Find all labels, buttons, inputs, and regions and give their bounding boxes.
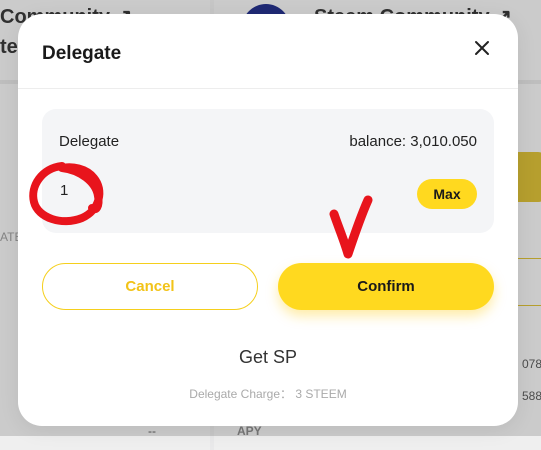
amount-input[interactable] xyxy=(56,177,364,203)
dialog-title: Delegate xyxy=(42,43,122,64)
amount-label: Delegate xyxy=(59,133,120,150)
delegate-dialog: Delegate Delegate balance: 3,010.050 Max… xyxy=(18,14,518,426)
get-sp-link[interactable]: Get SP xyxy=(18,347,518,368)
balance-text: balance: 3,010.050 xyxy=(349,133,477,150)
dialog-header: Delegate xyxy=(18,14,518,89)
delegate-amount-panel: Delegate balance: 3,010.050 Max xyxy=(42,109,494,233)
confirm-button[interactable]: Confirm xyxy=(278,263,494,310)
max-button[interactable]: Max xyxy=(417,179,477,209)
cancel-button[interactable]: Cancel xyxy=(42,263,258,310)
delegate-charge-text: Delegate Charge： 3 STEEM xyxy=(189,387,347,401)
close-icon[interactable] xyxy=(470,36,494,60)
